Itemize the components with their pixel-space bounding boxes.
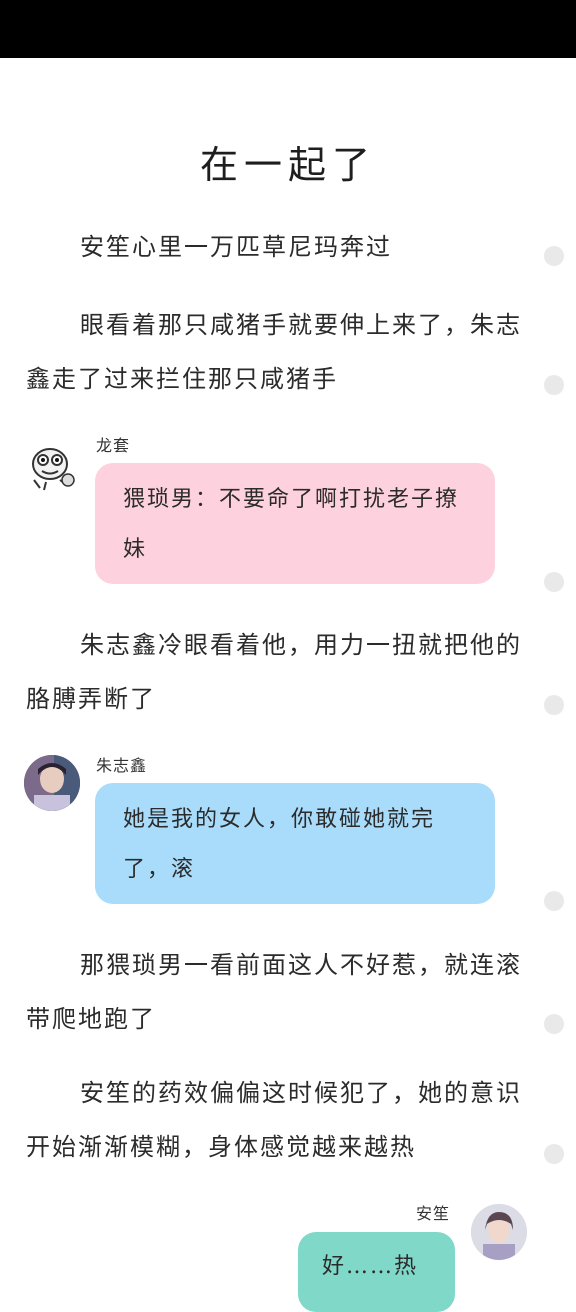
story-paragraph: 安笙的药效偏偏这时候犯了，她的意识开始渐渐模糊，身体感觉越来越热: [26, 1079, 522, 1161]
message-text: 好……热: [322, 1254, 419, 1279]
status-bar: [0, 0, 576, 58]
comment-dot[interactable]: [544, 375, 564, 395]
comment-dot[interactable]: [544, 1144, 564, 1164]
message-bubble: 她是我的女人，你敢碰她就完了，滚: [95, 783, 495, 904]
comment-dot[interactable]: [544, 1014, 564, 1034]
comment-dot[interactable]: [544, 246, 564, 266]
message-text: 猥琐男：不要命了啊打扰老子撩妹: [123, 487, 460, 562]
speaker-name: 安笙: [416, 1204, 451, 1223]
boy-photo-avatar-icon: [24, 755, 80, 811]
message-text: 她是我的女人，你敢碰她就完了，滚: [123, 807, 436, 882]
chapter-title: 在一起了: [199, 143, 376, 187]
message-bubble: 好……热: [298, 1232, 455, 1312]
avatar[interactable]: [24, 438, 80, 494]
cartoon-frog-avatar-icon: [32, 448, 75, 491]
story-paragraph: 安笙心里一万匹草尼玛奔过: [80, 233, 392, 261]
story-paragraph: 朱志鑫冷眼看着他，用力一扭就把他的胳膊弄断了: [26, 631, 522, 713]
story-paragraph: 眼看着那只咸猪手就要伸上来了，朱志鑫走了过来拦住那只咸猪手: [26, 311, 522, 393]
comment-dot[interactable]: [544, 572, 564, 592]
story-paragraph: 那猥琐男一看前面这人不好惹，就连滚带爬地跑了: [26, 951, 522, 1033]
message-bubble: 猥琐男：不要命了啊打扰老子撩妹: [95, 463, 495, 584]
speaker-name: 朱志鑫: [96, 756, 148, 775]
speaker-name: 龙套: [96, 436, 131, 455]
avatar[interactable]: [24, 755, 80, 811]
avatar[interactable]: [471, 1204, 527, 1260]
comment-dot[interactable]: [544, 891, 564, 911]
girl-photo-avatar-icon: [471, 1204, 527, 1260]
comment-dot[interactable]: [544, 695, 564, 715]
